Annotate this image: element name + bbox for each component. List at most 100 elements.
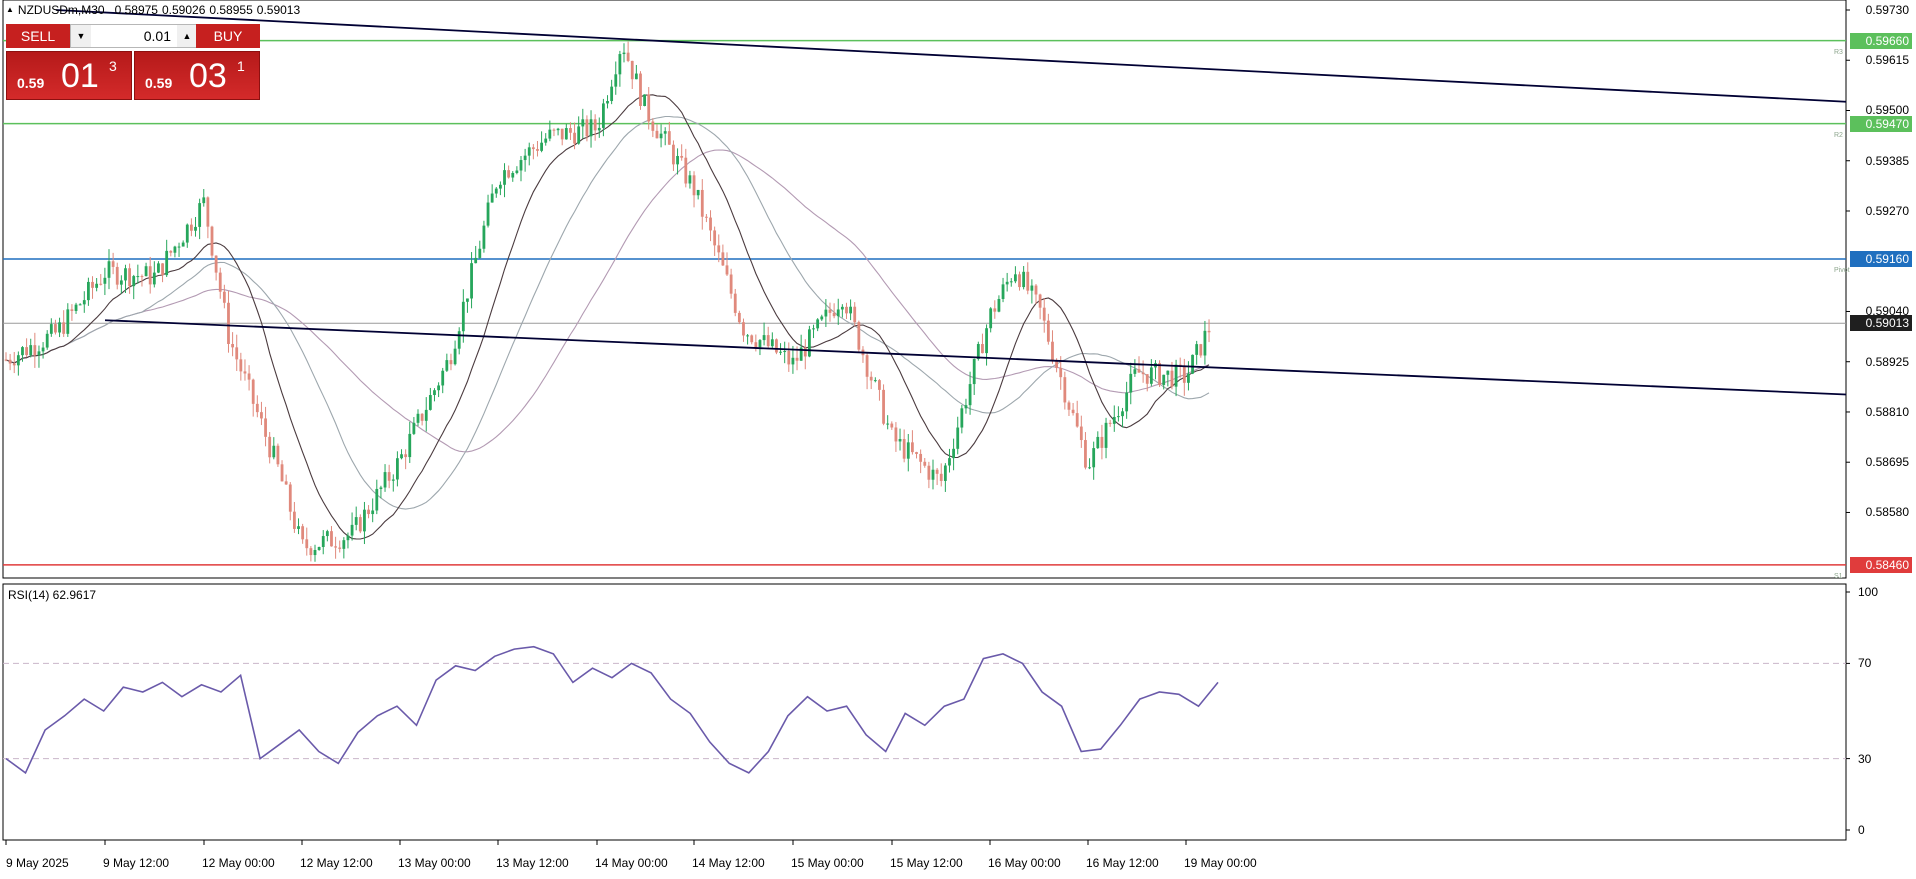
candle-body: [597, 127, 601, 131]
candle-body: [828, 309, 832, 313]
candle-body: [428, 395, 432, 410]
candle-body: [1174, 364, 1178, 387]
candle-body: [630, 60, 634, 80]
candle-body: [770, 339, 774, 347]
level-name-label: R3: [1834, 48, 1843, 56]
candle-body: [581, 119, 585, 127]
candle-body: [1018, 274, 1021, 288]
current-price-badge: 0.59013: [1850, 315, 1912, 332]
buy-quote-pips: 03: [189, 57, 227, 95]
chart-header: ▲ NZDUSDm,M30 0.58975 0.59026 0.58955 0.…: [6, 3, 300, 17]
chart-root: ▲ NZDUSDm,M30 0.58975 0.59026 0.58955 0.…: [0, 0, 1916, 874]
candle-body: [659, 133, 663, 139]
candle-body: [964, 405, 968, 409]
candle-body: [577, 126, 581, 144]
candle-body: [836, 309, 840, 317]
candle-body: [169, 250, 173, 253]
candle-body: [1051, 341, 1054, 361]
time-tick-label: 14 May 00:00: [595, 856, 668, 870]
symbol-label: NZDUSDm,M30: [17, 3, 105, 17]
candle-body: [531, 147, 535, 150]
buy-quote-box[interactable]: 0.59 03 1: [134, 51, 260, 100]
candle-body: [1079, 426, 1083, 441]
candle-body: [1059, 367, 1063, 378]
candle-body: [136, 276, 140, 278]
candle-body: [404, 454, 408, 458]
candle-body: [58, 322, 61, 333]
sell-quote-fraction: 3: [109, 58, 117, 74]
candle-body: [350, 524, 354, 536]
candle-body: [99, 283, 103, 285]
lot-size-stepper[interactable]: ▼ ▲: [70, 24, 198, 48]
candle-body: [742, 322, 745, 336]
candle-body: [655, 130, 659, 139]
buy-button[interactable]: BUY: [196, 24, 260, 48]
candle-body: [688, 175, 692, 184]
candle-body: [173, 246, 177, 253]
candle-body: [1129, 373, 1133, 393]
buy-quote-fraction: 1: [237, 58, 245, 74]
candle-body: [486, 202, 490, 226]
price-tick-label: 0.59270: [1865, 203, 1909, 218]
lot-size-input[interactable]: [91, 25, 177, 47]
lot-increase-icon[interactable]: ▲: [177, 25, 197, 47]
rsi-tick-label: 30: [1858, 751, 1872, 766]
candle-body: [264, 418, 267, 437]
chart-canvas[interactable]: [0, 0, 1916, 874]
candle-body: [676, 155, 679, 165]
candle-body: [396, 458, 399, 480]
candle-body: [412, 422, 416, 434]
candle-body: [915, 452, 918, 454]
candle-body: [400, 454, 403, 459]
candle-body: [441, 370, 445, 386]
candle-body: [643, 94, 646, 106]
candle-body: [750, 335, 754, 343]
candle-body: [919, 453, 923, 462]
candle-body: [1046, 320, 1050, 342]
time-tick-label: 14 May 12:00: [692, 856, 765, 870]
candle-body: [614, 74, 618, 87]
candle-body: [779, 351, 782, 353]
candle-body: [288, 484, 292, 512]
candle-body: [634, 73, 638, 80]
candle-body: [338, 547, 342, 549]
candle-body: [206, 197, 210, 227]
candle-body: [680, 155, 684, 158]
candle-body: [948, 458, 951, 466]
lot-decrease-icon[interactable]: ▼: [71, 25, 91, 47]
candle-body: [523, 155, 527, 161]
candle-body: [424, 409, 428, 421]
sell-button[interactable]: SELL: [6, 24, 70, 48]
candle-body: [956, 427, 960, 449]
candle-body: [902, 439, 906, 459]
candle-body: [803, 347, 807, 357]
candle-body: [449, 360, 453, 365]
candle-body: [8, 359, 12, 364]
candle-body: [74, 304, 78, 311]
candle-body: [556, 128, 560, 131]
candle-body: [705, 216, 708, 218]
candle-body: [12, 363, 16, 366]
candle-body: [766, 335, 770, 347]
sell-quote-box[interactable]: 0.59 01 3: [6, 51, 132, 100]
candle-body: [754, 342, 758, 348]
candle-body: [573, 132, 576, 144]
candle-body: [367, 509, 370, 515]
level-price-badge: 0.59160: [1850, 251, 1912, 268]
candle-body: [663, 131, 667, 134]
candle-body: [457, 331, 461, 349]
time-tick-label: 13 May 12:00: [496, 856, 569, 870]
candle-body: [194, 226, 197, 231]
candle-body: [391, 479, 395, 481]
candle-body: [1055, 360, 1058, 368]
candle-body: [503, 170, 506, 185]
candle-body: [1009, 281, 1013, 283]
collapse-triangle-icon[interactable]: ▲: [6, 3, 14, 17]
candle-body: [1149, 367, 1153, 384]
candle-body: [49, 324, 53, 334]
candle-body: [1182, 366, 1186, 383]
candle-body: [107, 261, 111, 278]
candle-body: [1034, 285, 1038, 295]
rsi-tick-label: 0: [1858, 823, 1865, 837]
candle-body: [321, 536, 325, 547]
